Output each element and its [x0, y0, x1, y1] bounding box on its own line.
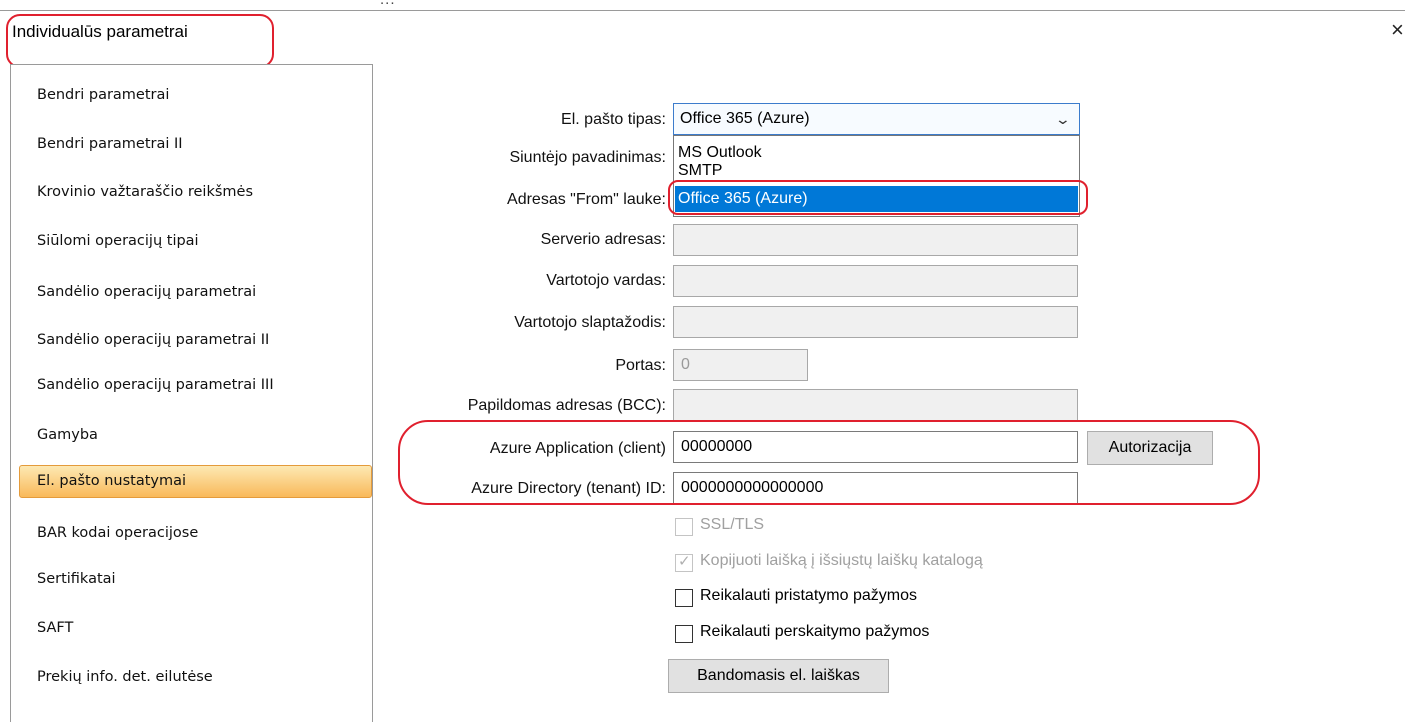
option-office-365-azure[interactable]: Office 365 (Azure): [675, 186, 1078, 212]
delivery-receipt-checkbox[interactable]: [675, 589, 693, 607]
top-cut-text: ...: [380, 0, 880, 8]
sender-name-label: Siuntėjo pavadinimas:: [509, 149, 666, 166]
password-label: Vartotojo slaptažodis:: [514, 314, 666, 331]
server-address-label: Serverio adresas:: [540, 231, 666, 248]
from-address-label: Adresas "From" lauke:: [507, 191, 666, 208]
copy-sent-checkbox[interactable]: ✓: [675, 553, 693, 572]
port-label: Portas:: [615, 357, 666, 374]
test-email-button[interactable]: Bandomasis el. laiškas: [668, 659, 889, 693]
option-ms-outlook[interactable]: MS Outlook: [678, 144, 762, 162]
sidebar-item-gamyba[interactable]: Gamyba: [19, 419, 372, 452]
read-receipt-label: Reikalauti perskaitymo pažymos: [700, 623, 930, 640]
option-smtp[interactable]: SMTP: [678, 162, 722, 180]
sidebar-item-prekiu-info[interactable]: Prekių info. det. eilutėse: [19, 661, 372, 694]
sidebar-item-sandelio-iii[interactable]: Sandėlio operacijų parametrai III: [19, 369, 372, 402]
copy-sent-label: Kopijuoti laišką į išsiųstų laiškų katal…: [700, 552, 983, 569]
azure-tenant-label: Azure Directory (tenant) ID:: [471, 480, 666, 497]
delivery-receipt-label: Reikalauti pristatymo pažymos: [700, 587, 917, 604]
window-title: Individualūs parametrai: [12, 22, 188, 41]
sidebar-item-sertifikatai[interactable]: Sertifikatai: [19, 563, 372, 596]
sidebar-item-krovinio[interactable]: Krovinio važtaraščio reikšmės: [19, 176, 372, 209]
sidebar-item-saft[interactable]: SAFT: [19, 612, 372, 645]
sidebar-item-bar-kodai[interactable]: BAR kodai operacijose: [19, 517, 372, 550]
port-field[interactable]: 0: [673, 349, 808, 381]
sidebar: Bendri parametrai Bendri parametrai II K…: [10, 64, 373, 722]
email-type-label: El. pašto tipas:: [561, 111, 666, 128]
server-address-field[interactable]: [673, 224, 1078, 256]
read-receipt-checkbox[interactable]: [675, 625, 693, 643]
azure-app-label: Azure Application (client): [489, 440, 666, 457]
sidebar-item-bendri[interactable]: Bendri parametrai: [19, 79, 372, 112]
email-type-dropdown: MS Outlook SMTP Office 365 (Azure): [673, 135, 1080, 217]
chevron-down-icon[interactable]: ⌄: [1055, 104, 1071, 134]
password-field[interactable]: [673, 306, 1078, 338]
checkmark-icon: ✓: [678, 553, 691, 570]
email-type-value: Office 365 (Azure): [680, 110, 810, 127]
authorize-button[interactable]: Autorizacija: [1087, 431, 1213, 465]
sidebar-item-siulomi[interactable]: Siūlomi operacijų tipai: [19, 225, 372, 258]
email-type-select[interactable]: Office 365 (Azure) ⌄: [673, 103, 1080, 135]
azure-app-field[interactable]: 00000000: [673, 431, 1078, 463]
bcc-field[interactable]: [673, 389, 1078, 421]
ssl-checkbox[interactable]: [675, 518, 693, 536]
username-label: Vartotojo vardas:: [546, 272, 666, 289]
azure-tenant-field[interactable]: 0000000000000000: [673, 472, 1078, 504]
close-icon[interactable]: ×: [1391, 19, 1404, 41]
top-divider: [0, 10, 1405, 11]
sidebar-item-sandelio[interactable]: Sandėlio operacijų parametrai: [19, 276, 372, 309]
sidebar-item-bendri-ii[interactable]: Bendri parametrai II: [19, 128, 372, 161]
ssl-label: SSL/TLS: [700, 516, 765, 533]
sidebar-item-sandelio-ii[interactable]: Sandėlio operacijų parametrai II: [19, 324, 372, 357]
sidebar-item-el-pasto[interactable]: El. pašto nustatymai: [19, 465, 372, 498]
username-field[interactable]: [673, 265, 1078, 297]
bcc-label: Papildomas adresas (BCC):: [467, 397, 666, 414]
